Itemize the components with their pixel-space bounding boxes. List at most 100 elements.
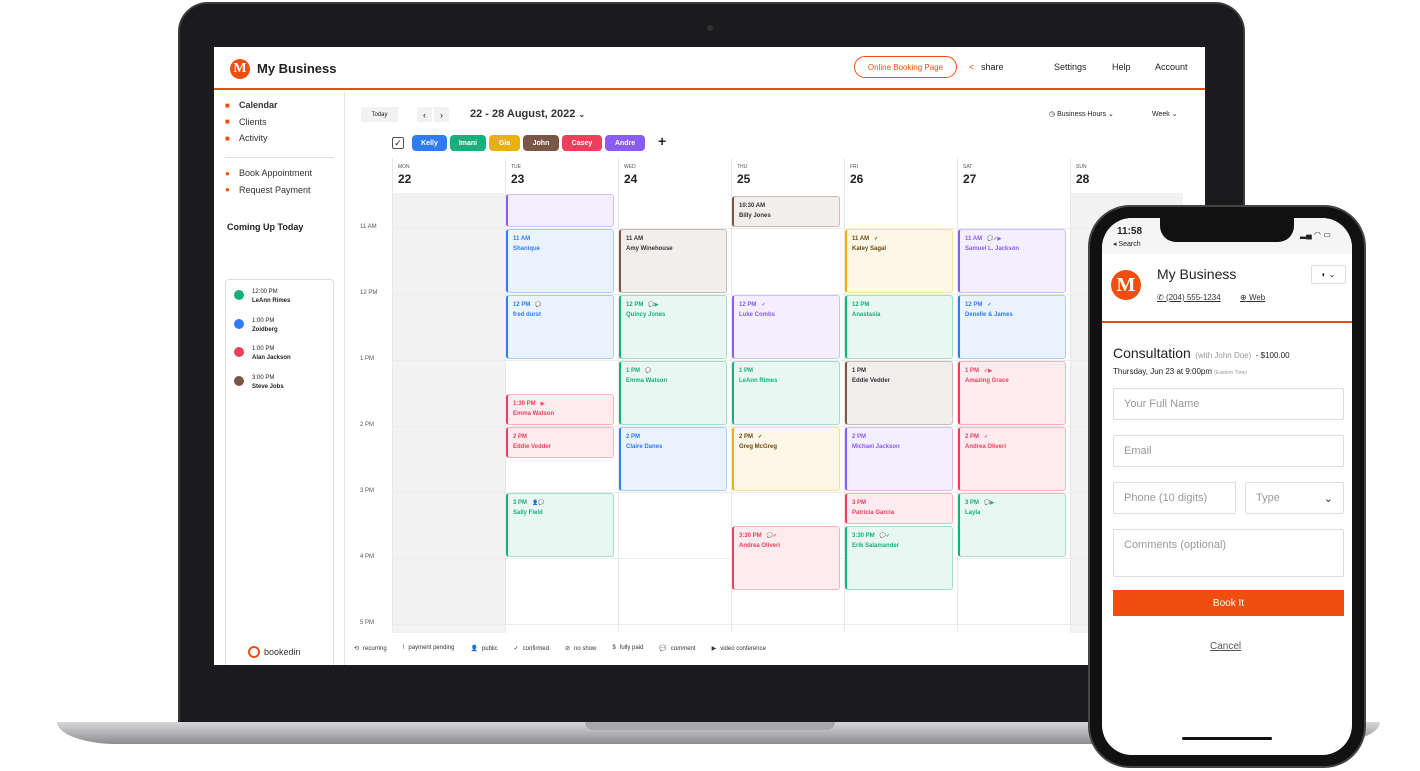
staff-filter-kelly[interactable]: Kelly bbox=[412, 135, 447, 151]
staff-filter-andre[interactable]: Andre bbox=[605, 135, 645, 151]
appointment[interactable]: 2 PM ✓ Andrea Oliveri bbox=[958, 426, 1066, 491]
online-booking-page-button[interactable]: Online Booking Page bbox=[854, 56, 957, 78]
appointment[interactable]: 2 PM Michael Jackson bbox=[845, 426, 953, 491]
appointment[interactable]: 10:30 AM Billy Jones bbox=[732, 195, 840, 227]
date-range-dropdown[interactable]: 22 - 28 August, 2022 ⌄ bbox=[470, 108, 585, 120]
appointment[interactable]: 3 PM Patricia Garcia bbox=[845, 492, 953, 524]
business-hours-dropdown[interactable]: ◷ Business Hours ⌄ bbox=[1049, 110, 1114, 118]
appointment[interactable]: 1 PM 💬 Emma Watson bbox=[619, 360, 727, 425]
prev-week-button[interactable]: ‹ bbox=[417, 107, 432, 122]
phone-input[interactable]: Phone (10 digits) bbox=[1113, 482, 1236, 514]
appointment[interactable]: 1 PM LeAnn Rimes bbox=[732, 360, 840, 425]
plus-circle-icon: ● bbox=[225, 168, 230, 178]
appointment[interactable]: 2 PM Eddie Vedder bbox=[506, 426, 614, 458]
appointment[interactable]: 3:30 PM 💬✓ Erik Salamander bbox=[845, 525, 953, 590]
sidebar-item-clients[interactable]: ■ Clients bbox=[225, 117, 267, 127]
day-number: 24 bbox=[624, 172, 638, 186]
staff-filter-casey[interactable]: Casey bbox=[562, 135, 602, 151]
appointment-time: 2 PM bbox=[626, 432, 721, 442]
book-it-button[interactable]: Book It bbox=[1113, 590, 1344, 616]
day-header-sat: SAT 27 bbox=[957, 158, 1070, 193]
day-number: 27 bbox=[963, 172, 977, 186]
sidebar-item-calendar[interactable]: ■ Calendar bbox=[225, 100, 278, 110]
next-week-button[interactable]: › bbox=[434, 107, 449, 122]
legend-public: 👤 public bbox=[470, 645, 497, 652]
nav-settings[interactable]: Settings bbox=[1054, 62, 1087, 72]
day-header-fri: FRI 26 bbox=[844, 158, 957, 193]
appointment-time: Thursday, Jun 23 at 9:00pm (Eastern Time… bbox=[1113, 367, 1247, 376]
cancel-link[interactable]: Cancel bbox=[1210, 641, 1241, 652]
coming-up-item[interactable]: 12:00 PM LeAnn Rimes bbox=[234, 288, 290, 306]
appointment-time: 12 PM bbox=[852, 300, 947, 310]
client-name: Greg McGreg bbox=[739, 443, 778, 450]
coming-up-name: LeAnn Rimes bbox=[252, 298, 291, 304]
appointment[interactable]: 1 PM Eddie Vedder bbox=[845, 360, 953, 425]
staff-filter-imani[interactable]: Imani bbox=[450, 135, 486, 151]
share-button[interactable]: share bbox=[981, 62, 1004, 72]
appointment[interactable]: 1 PM ✓▶ Amazing Grace bbox=[958, 360, 1066, 425]
appointment[interactable]: 1:30 PM ▶ Emma Watson bbox=[506, 393, 614, 425]
appointment-time: 1 PM bbox=[852, 366, 947, 376]
bell-icon: ■ bbox=[225, 133, 230, 143]
appointment[interactable]: 3:30 PM 💬✓ Andrea Oliveri bbox=[732, 525, 840, 590]
appointment[interactable]: 12 PM Anastasia bbox=[845, 294, 953, 359]
coming-up-name: Steve Jobs bbox=[252, 383, 284, 390]
add-staff-button[interactable]: + bbox=[658, 133, 666, 149]
appointment[interactable]: 12 PM 💬▶ Quincy Jones bbox=[619, 294, 727, 359]
coming-up-item[interactable]: 1:00 PM Alan Jackson bbox=[234, 345, 291, 363]
appointment[interactable]: 11 AM 💬✓▶ Samuel L. Jackson bbox=[958, 228, 1066, 293]
select-all-checkbox[interactable]: ✓ bbox=[392, 137, 404, 149]
coming-up-title: Coming Up Today bbox=[227, 222, 304, 232]
full-name-input[interactable]: Your Full Name bbox=[1113, 388, 1344, 420]
sidebar-item-activity[interactable]: ■ Activity bbox=[225, 133, 268, 143]
coming-up-item[interactable]: 1:00 PM Zoidberg bbox=[234, 317, 278, 335]
globe-icon: ⊕ bbox=[1240, 293, 1247, 302]
nav-account[interactable]: Account bbox=[1155, 62, 1188, 72]
phone-screen: 11:58 ◂ Search ▂▄ ◠ ▭ M My Business ✆ (2… bbox=[1102, 218, 1352, 755]
sidebar: ■ Calendar ■ Clients ■ Activity ● Book Appointm… bbox=[214, 92, 345, 665]
sidebar-action-1[interactable]: ● Request Payment bbox=[225, 185, 311, 195]
brand-name: bookedin bbox=[264, 647, 301, 657]
appointment[interactable]: 3 PM 👤💬 Sally Field bbox=[506, 492, 614, 557]
staff-filter-gia[interactable]: Gia bbox=[489, 135, 520, 151]
staff-filter-john[interactable]: John bbox=[523, 135, 559, 151]
legend-payment-pending: ! payment pending bbox=[403, 645, 455, 652]
appointment-time-text: 1 PM bbox=[739, 367, 754, 374]
view-dropdown[interactable]: Week ⌄ bbox=[1152, 110, 1178, 118]
appointment-time-text: 11 AM bbox=[626, 235, 644, 242]
phone-link[interactable]: ✆ (204) 555-1234 bbox=[1157, 293, 1221, 302]
top-bar: M My Business Online Booking Page < shar… bbox=[214, 47, 1205, 90]
client-name: Erik Salamander bbox=[852, 542, 900, 549]
appointment[interactable]: 11 AM Amy Winehouse bbox=[619, 228, 727, 293]
business-name: My Business bbox=[1157, 266, 1237, 282]
video-conference-icon: ▶ bbox=[711, 646, 717, 652]
appointment[interactable]: 12 PM ✓ Luke Combs bbox=[732, 294, 840, 359]
appointment[interactable]: 11 AM ✓ Katey Sagal bbox=[845, 228, 953, 293]
status-icons: 💬▶ bbox=[648, 301, 659, 308]
time-label: 2 PM bbox=[360, 421, 375, 428]
appointment[interactable]: 12 PM ✓ Denelle & James bbox=[958, 294, 1066, 359]
back-to-search-link[interactable]: ◂ Search bbox=[1113, 240, 1141, 248]
nav-help[interactable]: Help bbox=[1112, 62, 1131, 72]
appointment[interactable]: 2 PM Claire Danes bbox=[619, 426, 727, 491]
appointment-time-text: 3 PM bbox=[965, 499, 980, 506]
status-icons: 💬 bbox=[535, 301, 542, 308]
day-number: 26 bbox=[850, 172, 864, 186]
day-column[interactable] bbox=[392, 193, 505, 633]
theme-toggle-dropdown[interactable]: ◐ ⌄ bbox=[1311, 265, 1346, 284]
web-link[interactable]: ⊕ Web bbox=[1240, 293, 1265, 302]
appointment[interactable]: 11 AM Shanique bbox=[506, 228, 614, 293]
appointment[interactable] bbox=[506, 194, 614, 227]
today-button[interactable]: Today bbox=[361, 107, 398, 122]
clock-icon: ◷ bbox=[1049, 111, 1056, 118]
sidebar-action-0[interactable]: ● Book Appointment bbox=[225, 168, 312, 178]
coming-up-text: 1:00 PM Zoidberg bbox=[252, 317, 278, 335]
type-select[interactable]: Type ⌄ bbox=[1245, 482, 1344, 514]
client-name: Shanique bbox=[513, 245, 541, 252]
email-input[interactable]: Email bbox=[1113, 435, 1344, 467]
appointment[interactable]: 3 PM 💬▶ Layla bbox=[958, 492, 1066, 557]
comments-textarea[interactable]: Comments (optional) bbox=[1113, 529, 1344, 577]
appointment[interactable]: 12 PM 💬 fred durst bbox=[506, 294, 614, 359]
appointment[interactable]: 2 PM ✓ Greg McGreg bbox=[732, 426, 840, 491]
coming-up-item[interactable]: 3:00 PM Steve Jobs bbox=[234, 374, 284, 392]
